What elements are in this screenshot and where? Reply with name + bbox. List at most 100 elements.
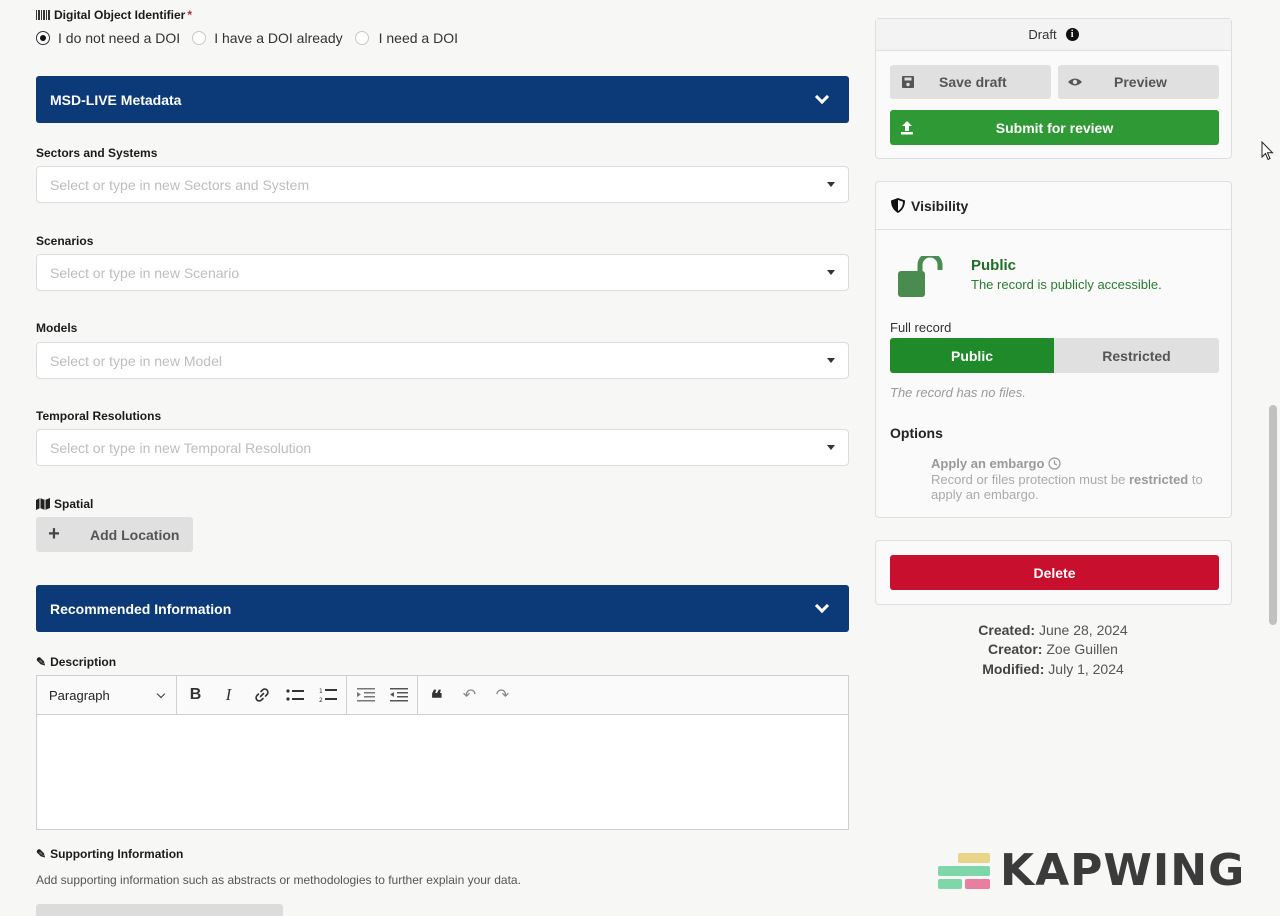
temporal-select[interactable]: Select or type in new Temporal Resolutio… <box>36 429 849 466</box>
embargo-title: Apply an embargo <box>931 456 1045 471</box>
field-label: Temporal Resolutions <box>36 409 162 423</box>
visibility-state-title: Public <box>971 257 1017 274</box>
select-placeholder: Select or type in new Temporal Resolutio… <box>50 439 312 456</box>
submit-for-review-button[interactable]: Submit for review <box>890 110 1219 145</box>
description-label: Description <box>50 655 117 669</box>
no-files-text: The record has no files. <box>890 385 1026 400</box>
pencil-icon: ✎ <box>36 655 47 669</box>
doi-option-need[interactable]: I need a DOI <box>354 30 458 46</box>
doi-option-none[interactable]: I do not need a DOI <box>36 30 180 46</box>
svg-text:2: 2 <box>319 697 323 703</box>
radio[interactable] <box>354 31 369 45</box>
format-label: Paragraph <box>49 687 110 703</box>
creator-value: Zoe Guillen <box>1046 641 1118 657</box>
info-icon[interactable]: i <box>1065 28 1079 41</box>
msd-metadata-accordion[interactable]: MSD-LIVE Metadata <box>36 76 849 123</box>
save-icon <box>902 76 914 88</box>
full-record-toggle: Public Restricted <box>890 338 1219 373</box>
kapwing-wordmark: KAPWING <box>1000 845 1246 896</box>
field-label: Models <box>36 321 78 335</box>
doi-options: I do not need a DOI I have a DOI already… <box>36 30 458 46</box>
caret-down-icon <box>827 445 835 450</box>
map-icon <box>36 498 50 510</box>
restricted-toggle-button[interactable]: Restricted <box>1054 338 1219 373</box>
created-value: June 28, 2024 <box>1038 622 1128 638</box>
created-label: Created: <box>978 622 1036 638</box>
full-record-label: Full record <box>890 320 952 335</box>
select-placeholder: Select or type in new Sectors and System <box>50 176 310 193</box>
field-label: Scenarios <box>36 234 94 248</box>
select-placeholder: Select or type in new Scenario <box>50 264 240 281</box>
unlock-icon <box>898 252 948 301</box>
editor-toolbar: Paragraph B I 12 ❝ ↶ ↷ <box>37 676 848 715</box>
required-mark: * <box>187 8 193 22</box>
eye-icon <box>1068 78 1082 86</box>
visibility-state-desc: The record is publicly accessible. <box>971 277 1162 292</box>
options-label: Options <box>890 425 943 441</box>
upload-icon <box>901 120 913 134</box>
toolbar-group-misc: ❝ ↶ ↷ <box>418 676 521 714</box>
toolbar-group-indent <box>347 676 418 714</box>
chevron-down-icon <box>156 689 166 698</box>
embargo-desc-bold: restricted <box>1128 472 1189 487</box>
numbered-list-icon[interactable]: 12 <box>311 676 344 714</box>
save-draft-button[interactable]: Save draft <box>890 65 1051 99</box>
description-label-row: ✎ Description <box>36 655 116 669</box>
save-draft-label: Save draft <box>939 74 1007 90</box>
radio-selected[interactable] <box>36 31 50 45</box>
barcode-icon <box>36 10 50 20</box>
embargo-desc: Record or files protection must be restr… <box>931 472 1221 502</box>
visibility-header: Visibility <box>876 182 1231 230</box>
public-toggle-button[interactable]: Public <box>890 338 1054 373</box>
plus-icon: + <box>48 523 60 545</box>
sectors-select[interactable]: Select or type in new Sectors and System <box>36 166 849 203</box>
modified-line: Modified: July 1, 2024 <box>903 661 1203 677</box>
scrollbar-thumb[interactable] <box>1269 405 1277 625</box>
modified-label: Modified: <box>982 661 1045 677</box>
accordion-title: MSD-LIVE Metadata <box>50 91 182 108</box>
caret-down-icon <box>827 182 835 187</box>
recommended-info-accordion[interactable]: Recommended Information <box>36 585 849 632</box>
italic-icon[interactable]: I <box>212 676 245 714</box>
supporting-label-row: ✎ Supporting Information <box>36 847 183 861</box>
preview-button[interactable]: Preview <box>1058 65 1219 99</box>
spatial-label-row: Spatial <box>36 497 93 511</box>
visibility-title: Visibility <box>911 197 969 214</box>
actions-card: Draft i Save draft Preview Submit for re… <box>875 18 1232 159</box>
preview-label: Preview <box>1114 74 1167 90</box>
doi-option-label: I do not need a DOI <box>58 30 181 46</box>
pencil-icon: ✎ <box>36 847 47 861</box>
radio[interactable] <box>192 31 207 45</box>
blockquote-icon[interactable]: ❝ <box>420 676 453 714</box>
bulleted-list-icon[interactable] <box>278 676 311 714</box>
models-select[interactable]: Select or type in new Model <box>36 342 849 379</box>
add-location-label: Add Location <box>90 526 180 543</box>
kapwing-logo-icon <box>938 852 990 889</box>
embargo-title-row: Apply an embargo <box>931 456 1062 471</box>
chevron-down-icon <box>814 89 830 105</box>
editor-content-area[interactable] <box>37 715 848 829</box>
doi-option-already[interactable]: I have a DOI already <box>192 30 343 46</box>
undo-icon[interactable]: ↶ <box>453 676 486 714</box>
embargo-desc-part: Record or files protection must be <box>931 472 1129 487</box>
scenarios-select[interactable]: Select or type in new Scenario <box>36 254 849 291</box>
bold-icon[interactable]: B <box>179 676 212 714</box>
supporting-help-text: Add supporting information such as abstr… <box>36 873 521 887</box>
supporting-label: Supporting Information <box>50 847 184 861</box>
add-supporting-info-button[interactable] <box>36 904 283 916</box>
select-placeholder: Select or type in new Model <box>50 352 222 369</box>
description-editor: Paragraph B I 12 ❝ ↶ ↷ <box>36 675 849 830</box>
caret-down-icon <box>827 270 835 275</box>
link-icon[interactable] <box>245 676 278 714</box>
clock-icon <box>1048 457 1062 470</box>
paragraph-format-select[interactable]: Paragraph <box>37 676 177 714</box>
indent-icon[interactable] <box>349 676 382 714</box>
add-location-button[interactable]: + Add Location <box>36 517 193 552</box>
created-line: Created: June 28, 2024 <box>903 622 1203 638</box>
doi-label-row: Digital Object Identifier * <box>36 8 192 22</box>
kapwing-watermark: KAPWING <box>938 845 1245 896</box>
outdent-icon[interactable] <box>382 676 415 714</box>
delete-button[interactable]: Delete <box>890 555 1219 590</box>
visibility-card: Visibility Public The record is publicly… <box>875 181 1232 518</box>
redo-icon[interactable]: ↷ <box>486 676 519 714</box>
